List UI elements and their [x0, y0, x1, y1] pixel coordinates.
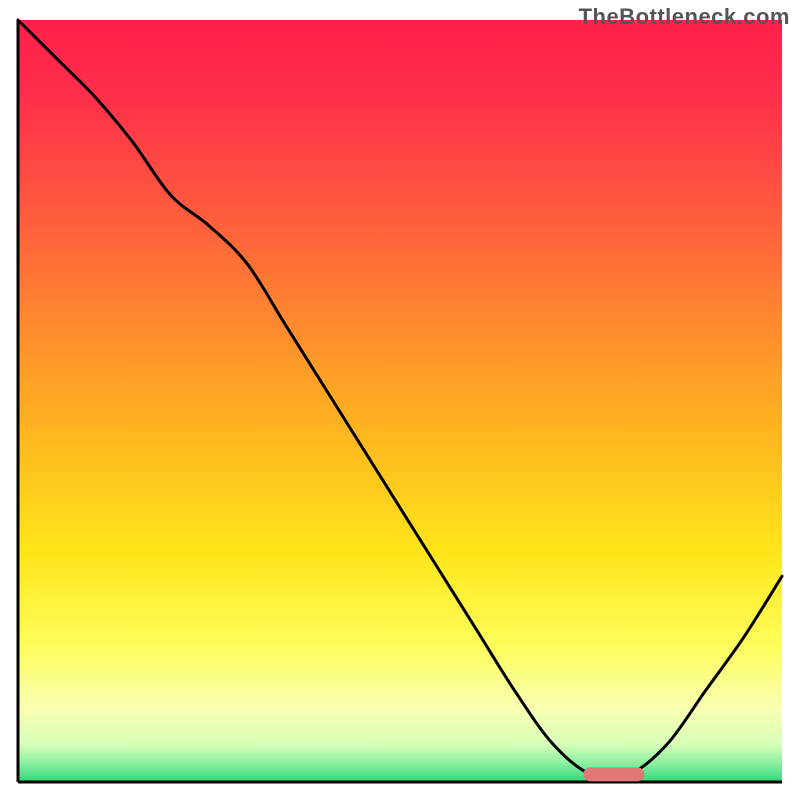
optimal-marker — [583, 767, 644, 781]
watermark-text: TheBottleneck.com — [579, 4, 790, 30]
bottleneck-chart — [0, 0, 800, 800]
chart-container: TheBottleneck.com — [0, 0, 800, 800]
plot-background — [18, 20, 782, 782]
